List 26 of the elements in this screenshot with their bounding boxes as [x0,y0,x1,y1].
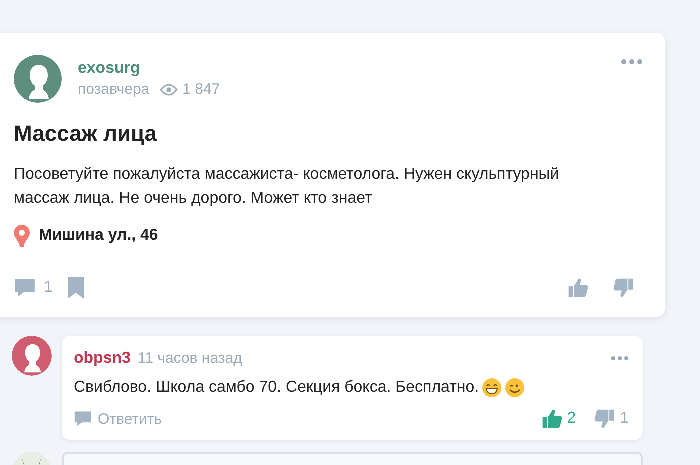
post-time: позавчера [78,81,150,98]
avatar-icon[interactable] [12,336,52,376]
dislike-button[interactable]: 1 [594,408,629,430]
comment-count: 1 [44,279,53,297]
more-icon[interactable] [611,356,629,361]
eye-icon [160,84,178,96]
grinning-face-icon [482,378,502,398]
more-icon[interactable] [621,59,643,65]
location-text[interactable]: Мишина ул., 46 [39,227,158,245]
dislike-button[interactable] [613,277,635,299]
comment-icon [74,410,92,428]
avatar-icon[interactable] [14,55,62,103]
comment-time: 11 часов назад [138,350,242,367]
like-button[interactable] [567,277,589,299]
bookmark-icon[interactable] [66,277,85,299]
winking-face-icon [505,378,526,398]
reply-button[interactable]: Ответить [74,410,162,428]
view-count: 1 847 [182,81,220,98]
comment-text: Свиблово. Школа самбо 70. Секция бокса. Бесплатно. [74,379,480,397]
author-name[interactable]: exosurg [78,60,220,78]
comment-icon [14,277,36,299]
post-title: Массаж лица [14,121,158,147]
comment-author[interactable]: obpsn3 [74,350,131,368]
location-pin-icon [14,225,30,247]
post-text: Посоветуйте пожалуйста массажиста- косметолога. Нужен скульптурный массаж лица. Не очень дорого. Может кто знает [14,165,560,209]
like-button[interactable]: 2 [541,408,576,430]
